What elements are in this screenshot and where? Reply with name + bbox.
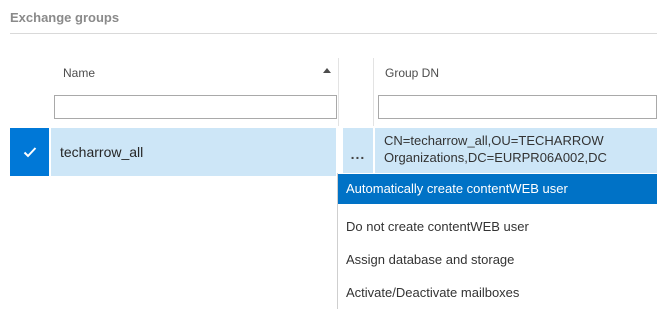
header-divider (338, 58, 339, 126)
section-divider (10, 33, 657, 34)
group-dn-filter-input[interactable] (378, 95, 657, 119)
group-dn-line: CN=techarrow_all,OU=TECHARROW (384, 133, 604, 148)
group-name-cell[interactable]: techarrow_all (51, 128, 336, 176)
menu-item-do-not-create-user[interactable]: Do not create contentWEB user (338, 212, 657, 242)
section-title: Exchange groups (10, 10, 120, 25)
more-actions-button[interactable]: ... (343, 128, 373, 176)
name-filter-input[interactable] (54, 95, 337, 119)
row-actions-menu: Automatically create contentWEB user Do … (337, 173, 657, 309)
menu-item-activate-mailboxes[interactable]: Activate/Deactivate mailboxes (338, 278, 657, 308)
sort-ascending-icon[interactable] (323, 68, 331, 73)
menu-item-auto-create-user[interactable]: Automatically create contentWEB user (338, 174, 657, 204)
column-header-name[interactable]: Name (63, 66, 95, 80)
group-dn-line: Organizations,DC=EURPR06A002,DC (384, 150, 607, 165)
checkmark-icon (23, 147, 36, 158)
menu-item-assign-database[interactable]: Assign database and storage (338, 245, 657, 275)
group-dn-cell[interactable]: CN=techarrow_all,OU=TECHARROW Organizati… (375, 128, 657, 176)
header-divider (373, 58, 374, 126)
row-selected-checkbox[interactable] (10, 128, 49, 176)
column-header-group-dn[interactable]: Group DN (385, 66, 439, 80)
